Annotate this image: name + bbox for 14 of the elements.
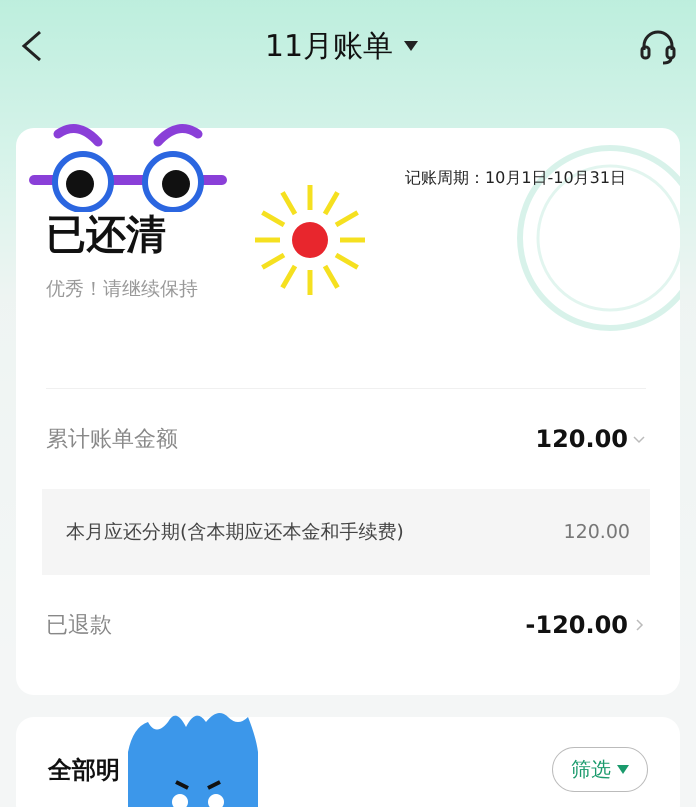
filter-button[interactable]: 筛选 [552, 747, 648, 792]
status-title: 已还清 [46, 211, 167, 260]
row-label: 累计账单金额 [46, 426, 178, 454]
caret-icon [403, 40, 420, 52]
month-selector[interactable]: 11月账单 [264, 26, 420, 66]
row-label: 本月应还分期(含本期应还本金和手续费) [66, 520, 404, 545]
amount: 120.00 [564, 521, 630, 543]
billing-period: 记账周期：10月1日-10月31日 [404, 168, 627, 189]
amount: 120.00 [535, 425, 628, 453]
amount: -120.00 [525, 611, 628, 639]
status-message: 优秀！请继续保持 [46, 277, 199, 302]
caret-icon [617, 765, 629, 774]
section-title: 全部明 [48, 754, 120, 786]
row-label: 已退款 [46, 612, 112, 640]
